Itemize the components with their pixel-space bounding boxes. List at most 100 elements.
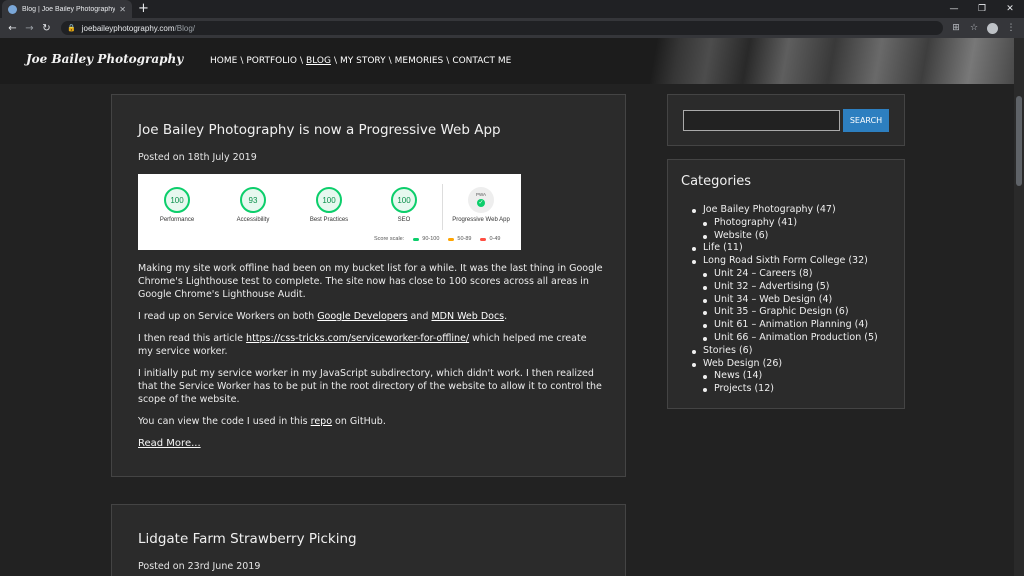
category-item: Long Road Sixth Form College (32) <box>692 255 878 268</box>
category-link[interactable]: Joe Bailey Photography <box>703 204 813 215</box>
nav-home[interactable]: HOME <box>210 56 237 66</box>
window-close-icon[interactable]: ✕ <box>996 0 1024 18</box>
scrollbar-thumb[interactable] <box>1016 96 1022 186</box>
browser-tab-strip: Blog | Joe Bailey Photography | S ✕ + — … <box>0 0 1024 18</box>
nav-contact-me[interactable]: CONTACT ME <box>452 56 511 66</box>
reload-icon[interactable]: ↻ <box>38 23 55 34</box>
category-link[interactable]: News <box>714 370 740 381</box>
category-item: News (14) <box>703 370 878 383</box>
category-count: (14) <box>739 370 763 382</box>
tab-close-icon[interactable]: ✕ <box>119 5 126 14</box>
page-scrollbar[interactable] <box>1014 38 1024 576</box>
menu-kebab-icon[interactable]: ⋮ <box>1002 23 1020 33</box>
score-label: Best Practices <box>309 217 349 223</box>
profile-avatar-icon[interactable] <box>987 22 998 34</box>
category-count: (5) <box>861 331 878 343</box>
nav-separator: \ <box>446 56 450 66</box>
post-paragraph: Making my site work offline had been on … <box>138 263 603 300</box>
category-link[interactable]: Unit 35 – Graphic Design <box>714 306 832 317</box>
nav-portfolio[interactable]: PORTFOLIO <box>246 56 297 66</box>
category-item: Website (6) <box>703 230 878 243</box>
category-link[interactable]: Long Road Sixth Form College <box>703 255 845 266</box>
new-tab-button[interactable]: + <box>138 1 149 17</box>
score-value: 100 <box>316 187 342 213</box>
scale-range: 0-49 <box>489 236 501 242</box>
main-navigation: HOME \ PORTFOLIO \ BLOG \ MY STORY \ MEMORIE… <box>210 56 511 66</box>
install-app-icon[interactable]: ⊞ <box>947 23 965 33</box>
post-title[interactable]: Lidgate Farm Strawberry Picking <box>138 531 357 547</box>
forward-arrow-icon[interactable]: → <box>21 23 38 34</box>
category-count: (41) <box>774 216 798 228</box>
nav-separator: \ <box>240 56 244 66</box>
pwa-badge-text: PWA <box>475 192 487 197</box>
post-paragraph: You can view the code I used in this rep… <box>138 416 603 429</box>
browser-tab[interactable]: Blog | Joe Bailey Photography | S ✕ <box>2 0 132 18</box>
pwa-gauge: PWA ✓ Progressive Web App <box>451 187 511 223</box>
google-developers-link[interactable]: Google Developers <box>317 311 407 322</box>
category-link[interactable]: Website <box>714 230 752 241</box>
category-item: Photography (41) <box>703 217 878 230</box>
category-link[interactable]: Projects <box>714 383 751 394</box>
restore-icon[interactable]: ❐ <box>968 0 996 18</box>
site-header: Joe Bailey Photography HOME \ PORTFOLIO \ … <box>0 38 1014 84</box>
nav-memories[interactable]: MEMORIES <box>395 56 444 66</box>
minimize-icon[interactable]: — <box>940 0 968 18</box>
score-gauge: 100 Best Practices <box>299 187 359 223</box>
mdn-web-docs-link[interactable]: MDN Web Docs <box>431 311 504 322</box>
site-logo[interactable]: Joe Bailey Photography <box>26 52 183 66</box>
score-gauge: 100 SEO <box>374 187 434 223</box>
text: and <box>407 311 432 322</box>
pass-swatch <box>413 237 420 241</box>
category-link[interactable]: Life <box>703 242 720 253</box>
browser-toolbar: ← → ↻ 🔒 joebaileyphotography.com/Blog/ ⊞… <box>0 18 1024 38</box>
search-input[interactable] <box>683 110 840 131</box>
read-more-link[interactable]: Read More... <box>138 438 201 449</box>
nav-separator: \ <box>333 56 338 66</box>
text: I then read this article <box>138 333 247 344</box>
category-link[interactable]: Photography <box>714 217 775 228</box>
search-button[interactable]: SEARCH <box>843 109 889 132</box>
post-title[interactable]: Joe Bailey Photography is now a Progress… <box>138 122 501 138</box>
page-viewport: Joe Bailey Photography HOME \ PORTFOLIO \ … <box>0 38 1014 576</box>
repo-link[interactable]: repo <box>311 416 332 427</box>
score-value: 100 <box>391 187 417 213</box>
nav-my-story[interactable]: MY STORY <box>340 56 386 66</box>
text: . <box>504 311 508 322</box>
category-count: (6) <box>832 306 849 318</box>
score-label: Performance <box>159 217 195 223</box>
category-count: (4) <box>815 293 833 305</box>
post-paragraph: I initially put my service worker in my … <box>138 368 602 405</box>
post-date: Posted on 23rd June 2019 <box>138 561 261 572</box>
category-item: Unit 66 – Animation Production (5) <box>703 332 878 345</box>
category-link[interactable]: Unit 32 – Advertising <box>714 281 813 292</box>
scale-range: 90-100 <box>422 236 440 242</box>
nav-blog[interactable]: BLOG <box>306 56 331 66</box>
category-count: (32) <box>845 255 868 267</box>
address-bar[interactable]: 🔒 joebaileyphotography.com/Blog/ <box>61 21 943 35</box>
lighthouse-scores-image: 100 Performance 93 Accessibility 100 Bes… <box>138 174 521 250</box>
text: I read up on Service Workers on both <box>138 311 318 322</box>
lock-icon[interactable]: 🔒 <box>67 24 76 32</box>
category-link[interactable]: Unit 34 – Web Design <box>714 294 816 305</box>
scale-label: Score scale: <box>374 236 405 242</box>
score-value: 93 <box>240 187 266 213</box>
category-item: Unit 32 – Advertising (5) <box>703 281 878 294</box>
back-arrow-icon[interactable]: ← <box>4 23 21 34</box>
divider <box>442 184 443 230</box>
category-item: Unit 35 – Graphic Design (6) <box>703 306 878 319</box>
window-controls: — ❐ ✕ <box>940 0 1024 18</box>
category-count: (6) <box>751 229 769 241</box>
category-item: Web Design (26) <box>692 358 878 371</box>
category-count: (6) <box>735 344 753 356</box>
category-count: (8) <box>795 267 813 279</box>
bookmark-star-icon[interactable]: ☆ <box>965 23 983 33</box>
category-count: (26) <box>759 357 783 369</box>
css-tricks-article-link[interactable]: https://css-tricks.com/serviceworker-for… <box>246 333 469 344</box>
category-link[interactable]: Unit 61 – Animation Planning <box>714 319 852 330</box>
category-link[interactable]: Web Design <box>703 358 760 369</box>
category-link[interactable]: Unit 24 – Careers <box>714 268 796 279</box>
pwa-label: Progressive Web App <box>452 217 510 223</box>
category-link[interactable]: Stories <box>703 345 736 356</box>
category-link[interactable]: Unit 66 – Animation Production <box>714 332 861 343</box>
score-value: 100 <box>164 187 190 213</box>
